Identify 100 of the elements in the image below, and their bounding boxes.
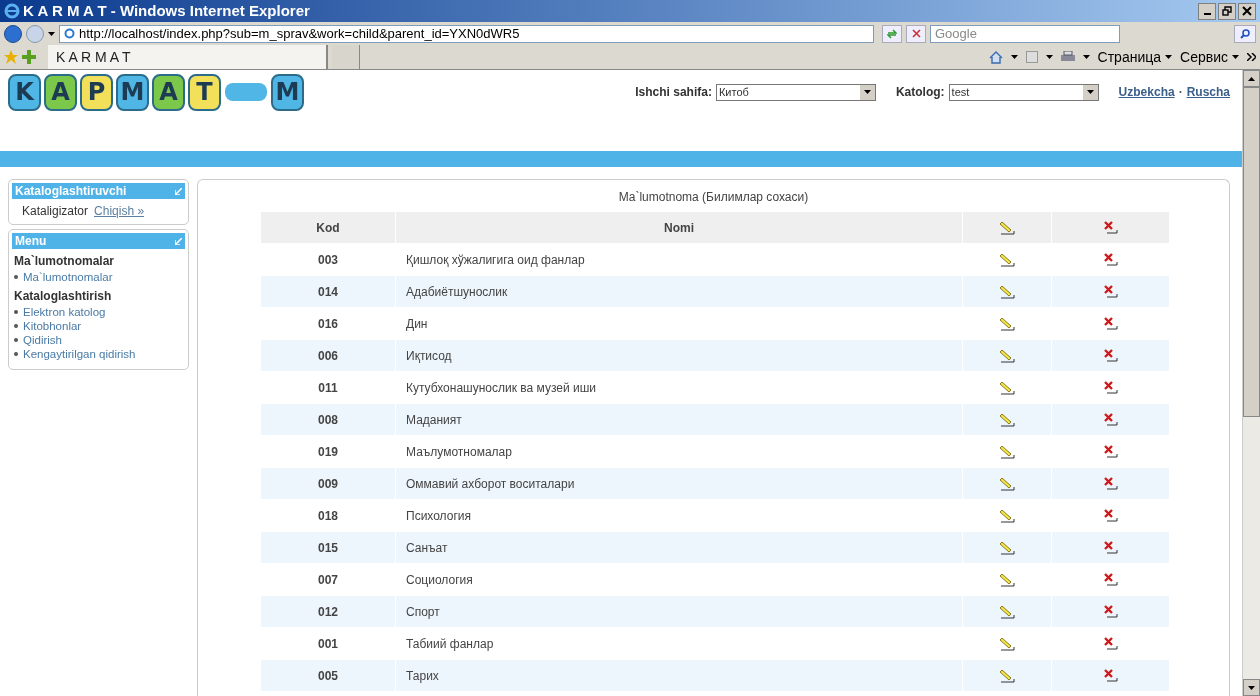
delete-icon[interactable] [1102,476,1119,491]
minimize-button[interactable] [1198,2,1216,20]
delete-icon[interactable] [1102,348,1119,363]
chevron-icon[interactable] [1247,53,1256,61]
name-cell-text: Дин [405,315,429,333]
menu-link[interactable]: Kengaytirilgan qidirish [23,347,136,361]
pencil-icon[interactable] [999,380,1015,395]
url-text: http://localhost/index.php?sub=m_sprav&work=child&parent_id=YXN0dWR5 [79,24,520,43]
search-icon [1240,28,1250,39]
work-page-select[interactable]: Китоб [715,83,876,101]
catalog-label: Katolog: [895,84,945,101]
restore-button[interactable] [1218,2,1236,20]
delete-icon[interactable] [1102,380,1119,395]
column-header: Kod [261,212,395,243]
panel-title: Menu [15,233,47,250]
pencil-icon[interactable] [999,444,1015,459]
pencil-icon[interactable] [999,508,1015,523]
close-icon [1242,6,1252,16]
address-field[interactable]: http://localhost/index.php?sub=m_sprav&work=child&parent_id=YXN0dWR5 [59,24,874,43]
command-menu[interactable]: Сервис [1180,46,1239,68]
star-icon[interactable] [4,50,18,64]
delete-icon[interactable] [1102,540,1119,555]
name-cell-text: Маълумотномалар [405,443,513,461]
logo-letter-tile: M [116,73,149,111]
scroll-down-button[interactable] [1243,679,1260,696]
code-cell-text: 005 [317,667,339,685]
pencil-icon[interactable] [999,540,1015,555]
name-cell-text: Психология [405,507,472,525]
caret-icon[interactable] [863,90,871,94]
code-cell-text: 015 [317,539,339,557]
name-cell-text: Маданият [405,411,463,429]
caret-icon [1232,55,1239,59]
scroll-thumb[interactable] [1243,87,1260,417]
code-cell-text: 016 [317,315,339,333]
delete-icon[interactable] [1102,572,1119,587]
logo-letter-tile: P [80,73,113,111]
select-value: test [950,84,971,100]
refresh-button[interactable] [882,24,902,43]
name-cell-text: Табиий фанлар [405,635,495,653]
code-cell-text: 018 [317,507,339,525]
menu-link[interactable]: Elektron katolog [23,305,106,319]
pencil-icon[interactable] [999,316,1015,331]
code-cell-text: 003 [317,251,339,269]
delete-icon[interactable] [1102,316,1119,331]
name-cell-text: Қишлоқ хўжалигига оид фанлар [405,251,586,269]
pencil-icon[interactable] [999,636,1015,651]
delete-icon[interactable] [1102,412,1119,427]
delete-icon[interactable] [1102,636,1119,651]
delete-icon[interactable] [1102,508,1119,523]
delete-icon[interactable] [1102,252,1119,267]
work-page-label: Ishchi sahifa: [635,84,712,101]
separator-dot: · [1178,84,1183,101]
add-star-icon[interactable] [22,50,36,64]
pencil-icon[interactable] [999,476,1015,491]
code-cell-text: 001 [317,635,339,653]
delete-icon[interactable] [1102,284,1119,299]
caret-icon[interactable] [1010,55,1018,59]
language-link[interactable]: Uzbekcha [1118,83,1175,101]
home-icon[interactable] [988,50,1003,64]
name-cell-text: Кутубхонашунослик ва музей иши [405,379,598,397]
menu-link[interactable]: Ma`lumotnomalar [23,270,113,284]
command-menu[interactable]: Страница [1097,46,1173,68]
caret-icon[interactable] [1045,55,1053,59]
pencil-icon[interactable] [999,220,1015,235]
stop-button[interactable] [906,24,926,43]
pencil-icon[interactable] [999,604,1015,619]
caret-icon[interactable] [48,31,55,36]
pencil-icon[interactable] [999,412,1015,427]
catalog-select[interactable]: test [948,83,1099,101]
code-cell-text: 007 [317,571,339,589]
pencil-icon[interactable] [999,348,1015,363]
delete-icon[interactable] [1102,668,1119,683]
back-button[interactable] [4,24,22,43]
logout-link[interactable]: Chiqish » [94,202,145,220]
delete-icon[interactable] [1102,220,1119,235]
pencil-icon[interactable] [999,572,1015,587]
delete-icon[interactable] [1102,604,1119,619]
pencil-icon[interactable] [999,252,1015,267]
logo-letter-tile: K [8,73,41,111]
search-field[interactable]: Google [930,24,1120,43]
name-cell-text: Санъат [405,539,449,557]
caret-icon[interactable] [1086,90,1094,94]
scrollbar[interactable] [1242,70,1260,696]
menu-heading: Ma`lumotnomalar [14,253,115,270]
delete-icon[interactable] [1102,444,1119,459]
browser-tab[interactable]: K A R M A T [48,45,328,69]
globe-icon [64,28,75,39]
menu-link[interactable]: Qidirish [23,333,62,347]
pencil-icon[interactable] [999,668,1015,683]
menu-link[interactable]: Kitobhonlar [23,319,82,333]
pencil-icon[interactable] [999,284,1015,299]
code-cell-text: 012 [317,603,339,621]
caret-icon[interactable] [1082,55,1090,59]
close-button[interactable] [1238,2,1256,20]
name-cell-text: Спорт [405,603,441,621]
search-button[interactable] [1234,24,1256,43]
language-link[interactable]: Ruscha [1186,83,1230,101]
user-name: Kataligizator [22,203,89,220]
printer-icon[interactable] [1060,51,1075,63]
scroll-up-button[interactable] [1243,70,1260,87]
